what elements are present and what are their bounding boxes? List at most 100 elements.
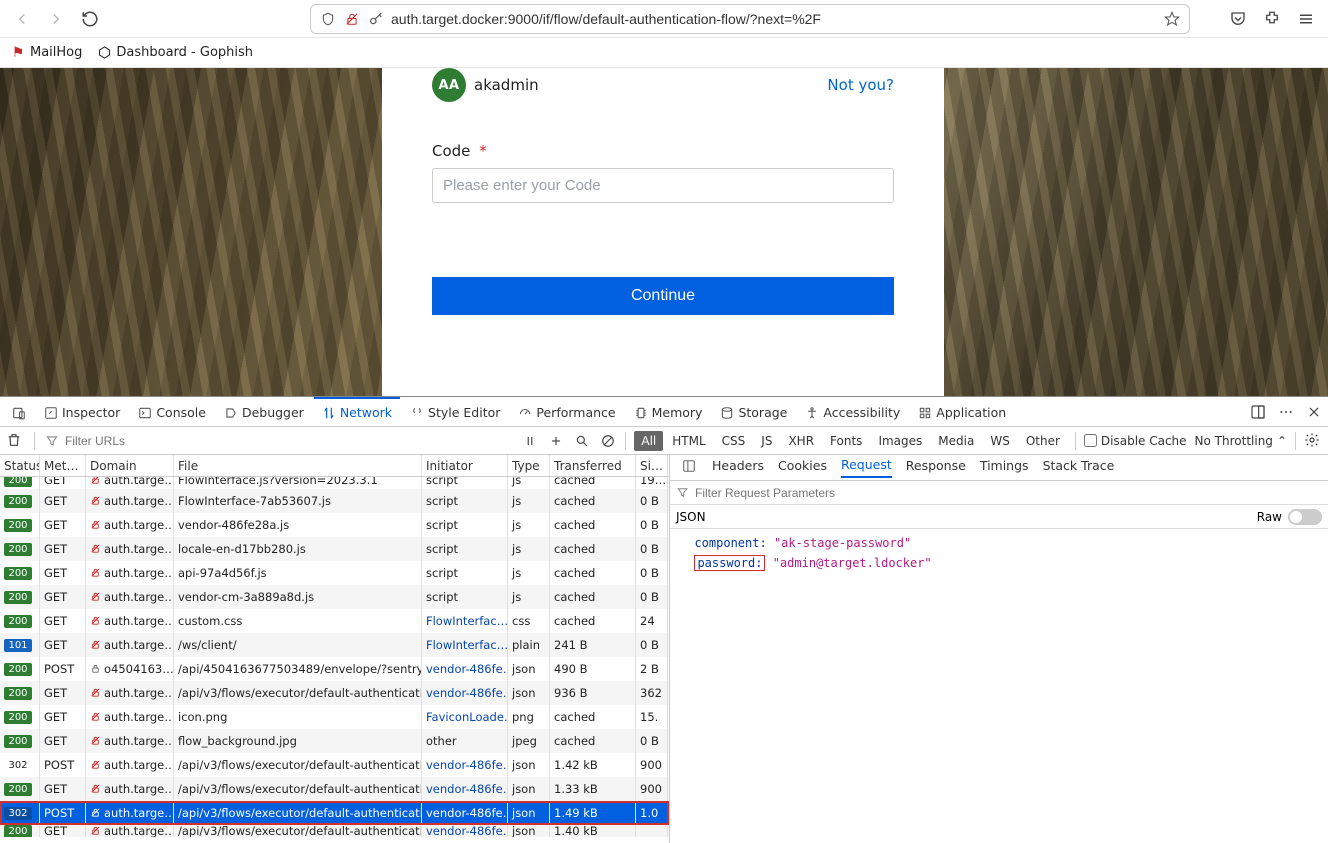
tab-debugger[interactable]: Debugger — [216, 397, 312, 426]
table-row[interactable]: 200GETauth.targe…locale-en-d17bb280.jssc… — [0, 537, 669, 561]
col-file[interactable]: File — [174, 455, 422, 476]
table-row[interactable]: 200GETauth.targe…icon.pngFaviconLoade…pn… — [0, 705, 669, 729]
not-you-link[interactable]: Not you? — [827, 76, 894, 94]
table-row[interactable]: 200GETauth.targe…/api/v3/flows/executor/… — [0, 825, 669, 837]
tab-cookies[interactable]: Cookies — [778, 458, 827, 477]
initiator-link[interactable]: vendor-486fe… — [426, 686, 508, 700]
pill-css[interactable]: CSS — [715, 431, 753, 451]
throttling-select[interactable]: No Throttling ⌃ — [1195, 434, 1287, 448]
tab-console[interactable]: Console — [130, 397, 214, 426]
bookmark-mailhog[interactable]: ⚑ MailHog — [10, 45, 82, 61]
lock-insecure-icon — [343, 10, 361, 28]
block-icon[interactable] — [599, 432, 617, 450]
table-row[interactable]: 200GETauth.targe…/api/v3/flows/executor/… — [0, 777, 669, 801]
table-row[interactable]: 200GETauth.targe…FlowInterface-7ab53607.… — [0, 489, 669, 513]
pause-icon[interactable] — [521, 432, 539, 450]
extensions-icon[interactable] — [1258, 5, 1286, 33]
reload-button[interactable] — [76, 5, 104, 33]
json-line-password: password: "admin@target.ldocker" — [680, 553, 1318, 573]
forward-button[interactable] — [42, 5, 70, 33]
filter-urls-input[interactable] — [65, 434, 185, 448]
table-row[interactable]: 101GETauth.targe…/ws/client/FlowInterfac… — [0, 633, 669, 657]
bookmark-star-icon[interactable] — [1163, 10, 1181, 28]
bookmark-gophish[interactable]: Dashboard - Gophish — [96, 45, 253, 61]
url-input[interactable] — [391, 11, 1157, 27]
clear-button[interactable] — [6, 432, 24, 450]
pill-ws[interactable]: WS — [983, 431, 1016, 451]
table-row[interactable]: 200GETauth.targe…vendor-cm-3a889a8d.jssc… — [0, 585, 669, 609]
dock-button[interactable] — [1248, 402, 1268, 422]
add-icon[interactable] — [547, 432, 565, 450]
toggle-sidebar-icon[interactable] — [680, 459, 698, 477]
table-row[interactable]: 302POSTauth.targe…/api/v3/flows/executor… — [0, 753, 669, 777]
tab-stack-trace[interactable]: Stack Trace — [1043, 458, 1115, 477]
pill-all[interactable]: All — [634, 431, 663, 451]
status-badge: 200 — [4, 567, 32, 580]
filter-icon — [45, 434, 59, 448]
tab-headers[interactable]: Headers — [712, 458, 764, 477]
tab-performance[interactable]: Performance — [510, 397, 623, 426]
initiator-link[interactable]: vendor-486fe… — [426, 758, 508, 772]
continue-button[interactable]: Continue — [432, 277, 894, 315]
table-row[interactable]: 200GETauth.targe…flow_background.jpgothe… — [0, 729, 669, 753]
table-row[interactable]: 200GETauth.targe…api-97a4d56f.jsscriptjs… — [0, 561, 669, 585]
search-icon[interactable] — [573, 432, 591, 450]
col-type[interactable]: Type — [508, 455, 550, 476]
col-transferred[interactable]: Transferred — [550, 455, 636, 476]
tab-style-editor[interactable]: Style Editor — [402, 397, 508, 426]
menu-icon[interactable] — [1292, 5, 1320, 33]
initiator-link[interactable]: FlowInterfac… — [426, 614, 508, 628]
pill-js[interactable]: JS — [754, 431, 779, 451]
raw-toggle[interactable] — [1288, 509, 1322, 525]
initiator-link[interactable]: vendor-486fe… — [426, 782, 508, 796]
pill-images[interactable]: Images — [871, 431, 929, 451]
close-devtools-button[interactable] — [1304, 402, 1324, 422]
tab-response[interactable]: Response — [906, 458, 966, 477]
code-input[interactable] — [432, 168, 894, 203]
col-initiator[interactable]: Initiator — [422, 455, 508, 476]
tab-memory[interactable]: Memory — [626, 397, 711, 426]
col-size[interactable]: Si… — [636, 455, 668, 476]
status-badge: 101 — [4, 639, 32, 652]
status-badge: 200 — [4, 825, 32, 837]
status-badge: 200 — [4, 711, 32, 724]
json-body: component: "ak-stage-password" password:… — [670, 529, 1328, 577]
tab-network[interactable]: Network — [314, 397, 400, 426]
table-row[interactable]: 200POSTo4504163…/api/4504163677503489/en… — [0, 657, 669, 681]
pill-html[interactable]: HTML — [665, 431, 712, 451]
table-row[interactable]: 200GETauth.targe…FlowInterface.js?versio… — [0, 477, 669, 489]
disable-cache-input[interactable] — [1084, 434, 1097, 447]
initiator-link[interactable]: FlowInterfac… — [426, 638, 508, 652]
pocket-icon[interactable] — [1224, 5, 1252, 33]
bookmark-label: Dashboard - Gophish — [116, 45, 253, 60]
kebab-menu-icon[interactable] — [1276, 402, 1296, 422]
tab-inspector[interactable]: Inspector — [36, 397, 128, 426]
table-row[interactable]: 302POSTauth.targe…/api/v3/flows/executor… — [0, 801, 669, 825]
initiator-link[interactable]: FaviconLoade… — [426, 710, 508, 724]
table-row[interactable]: 200GETauth.targe…vendor-486fe28a.jsscrip… — [0, 513, 669, 537]
tab-storage[interactable]: Storage — [712, 397, 795, 426]
tab-timings[interactable]: Timings — [980, 458, 1029, 477]
tab-request[interactable]: Request — [841, 457, 892, 478]
pill-media[interactable]: Media — [931, 431, 981, 451]
disable-cache-checkbox[interactable]: Disable Cache — [1084, 434, 1187, 448]
tab-accessibility[interactable]: Accessibility — [797, 397, 908, 426]
filter-request-params-input[interactable] — [695, 486, 1322, 500]
back-button[interactable] — [8, 5, 36, 33]
pill-xhr[interactable]: XHR — [781, 431, 821, 451]
col-status[interactable]: Status — [0, 455, 40, 476]
initiator-link[interactable]: vendor-486fe… — [426, 825, 508, 837]
address-bar[interactable] — [310, 4, 1190, 34]
col-domain[interactable]: Domain — [86, 455, 174, 476]
table-row[interactable]: 200GETauth.targe…custom.cssFlowInterfac…… — [0, 609, 669, 633]
avatar: AA — [432, 68, 466, 102]
pill-fonts[interactable]: Fonts — [823, 431, 869, 451]
responsive-mode-button[interactable] — [4, 397, 34, 426]
network-settings-icon[interactable] — [1304, 432, 1322, 450]
initiator-link[interactable]: vendor-486fe… — [426, 806, 508, 820]
tab-application[interactable]: Application — [910, 397, 1014, 426]
col-method[interactable]: Met… — [40, 455, 86, 476]
table-row[interactable]: 200GETauth.targe…/api/v3/flows/executor/… — [0, 681, 669, 705]
pill-other[interactable]: Other — [1019, 431, 1067, 451]
initiator-link[interactable]: vendor-486fe… — [426, 662, 508, 676]
